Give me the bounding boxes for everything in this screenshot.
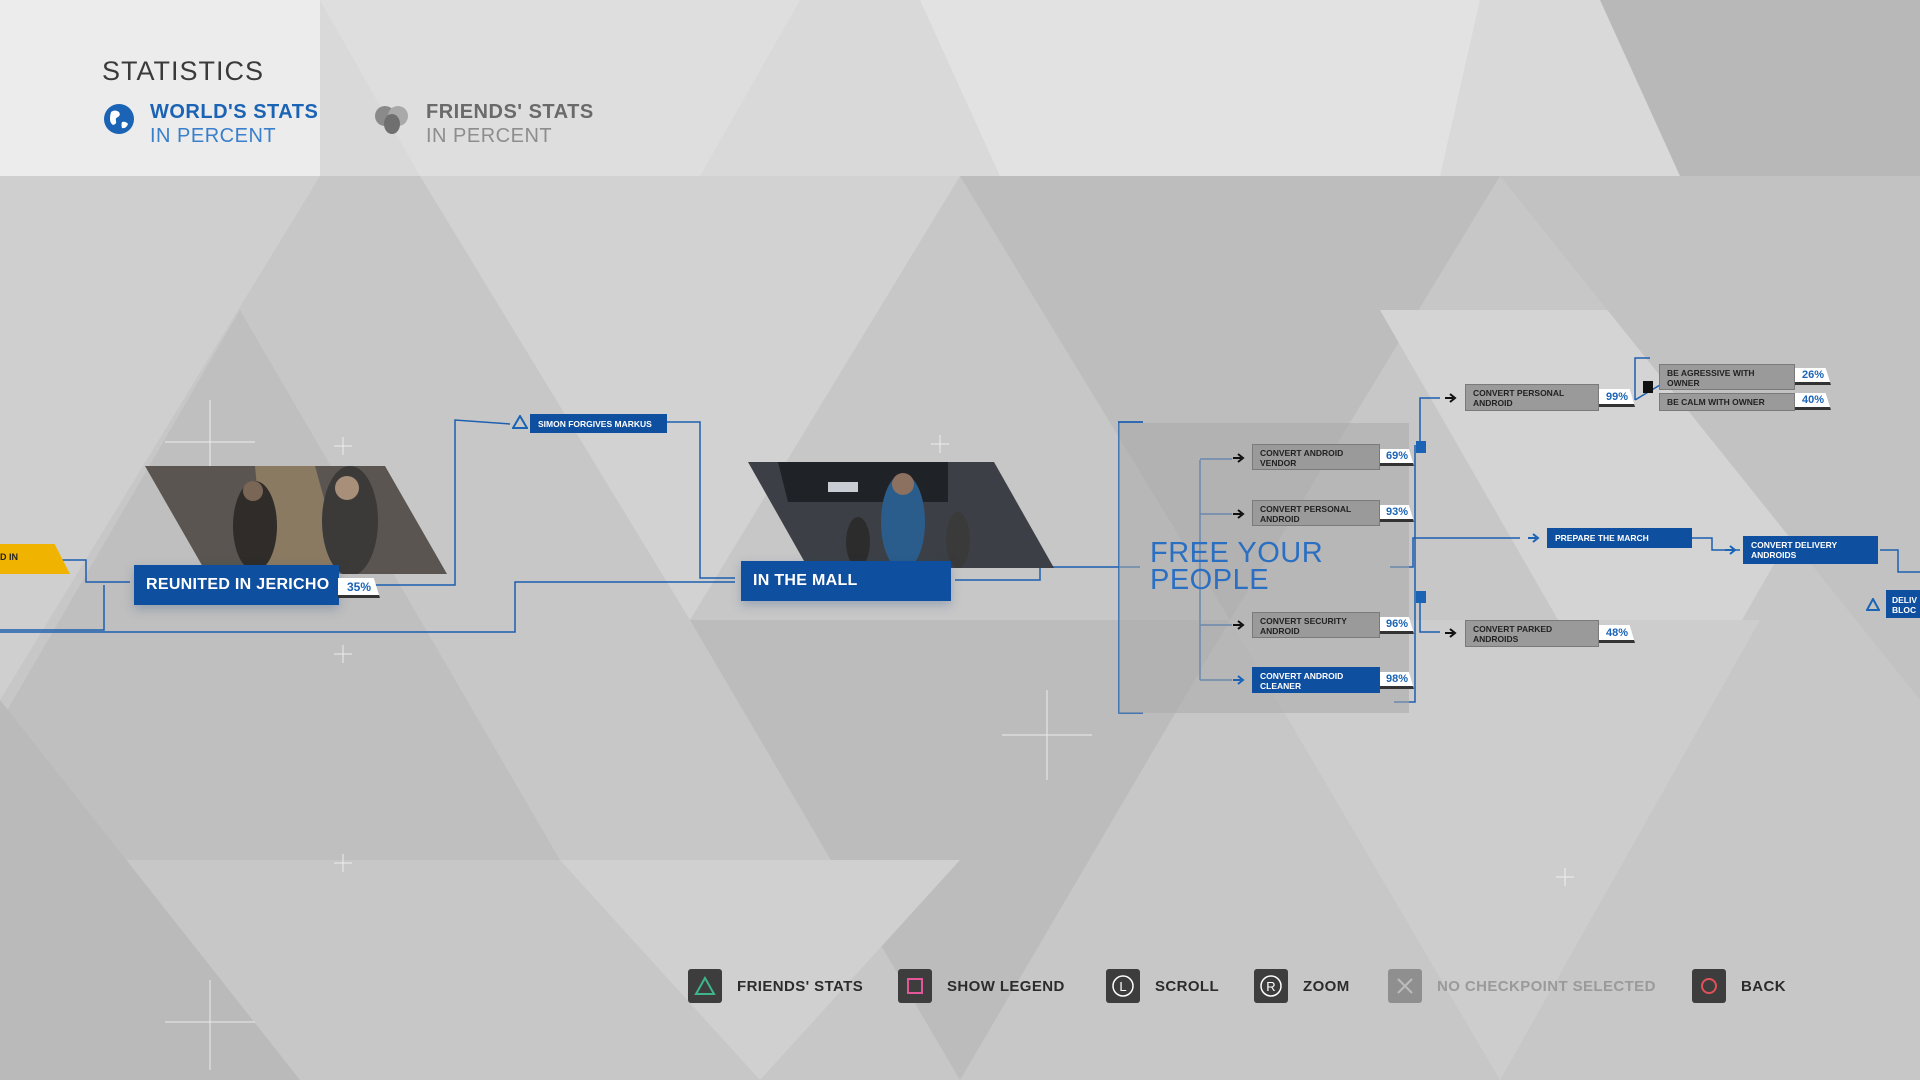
- hint-label: FRIENDS' STATS: [737, 977, 864, 995]
- in-the-mall-thumbnail[interactable]: [748, 462, 1054, 568]
- header-background: [0, 0, 1920, 176]
- hint-no-checkpoint: NO CHECKPOINT SELECTED: [1388, 966, 1656, 1006]
- label-line1: DELIV: [1892, 595, 1918, 605]
- objective-convert-personal-android-2[interactable]: CONVERT PERSONAL ANDROID: [1465, 384, 1599, 411]
- globe-icon: [104, 104, 134, 134]
- hint-show-legend[interactable]: SHOW LEGEND: [898, 966, 1065, 1006]
- percent-badge: 99%: [1599, 389, 1635, 407]
- arrow-icon: [1233, 453, 1245, 463]
- percent-badge: 96%: [1380, 617, 1414, 634]
- arrow-icon: [1725, 545, 1737, 555]
- label-line2: BLOC: [1892, 605, 1917, 615]
- label-line2: CLEANER: [1260, 681, 1302, 691]
- tab-friends-stats[interactable]: FRIENDS' STATS IN PERCENT: [372, 100, 594, 148]
- objective-be-agressive-with-owner[interactable]: BE AGRESSIVE WITH OWNER: [1659, 364, 1795, 390]
- node-offscreen-right[interactable]: DELIV BLOC: [1886, 590, 1920, 618]
- hint-label: SCROLL: [1155, 977, 1220, 995]
- label-line1: CONVERT DELIVERY: [1751, 540, 1838, 550]
- tab-worlds-stats[interactable]: WORLD'S STATS IN PERCENT: [102, 100, 318, 148]
- label-line2: ANDROIDS: [1473, 634, 1519, 644]
- label-line1: CONVERT SECURITY: [1260, 616, 1347, 626]
- arrow-icon: [1233, 509, 1245, 519]
- hint-label: BACK: [1741, 977, 1786, 995]
- hint-label: SHOW LEGEND: [947, 977, 1065, 995]
- reunited-thumbnail[interactable]: [145, 466, 447, 574]
- node-label: REUNITED IN JERICHO: [146, 576, 330, 593]
- hint-zoom[interactable]: R ZOOM: [1254, 966, 1350, 1006]
- percent-badge: 35%: [338, 578, 380, 598]
- tab-friends-stats-title: FRIENDS' STATS: [426, 101, 594, 123]
- triangle-button-icon: [688, 969, 722, 1003]
- percent-badge: 40%: [1795, 393, 1831, 410]
- hint-label: NO CHECKPOINT SELECTED: [1437, 977, 1656, 995]
- percent-badge: 98%: [1380, 672, 1414, 689]
- percent-badge: 69%: [1380, 449, 1414, 466]
- right-stick-icon: R: [1254, 969, 1288, 1003]
- button-hint-bar: FRIENDS' STATS SHOW LEGEND L SCROLL R ZO…: [0, 966, 1920, 1010]
- percent-badge: 93%: [1380, 505, 1414, 522]
- lock-icon: [1643, 381, 1653, 393]
- objective-convert-personal-android[interactable]: CONVERT PERSONAL ANDROID: [1252, 500, 1380, 526]
- tab-friends-stats-subtitle: IN PERCENT: [426, 125, 553, 147]
- node-label: SIMON FORGIVES MARKUS: [538, 419, 652, 429]
- lock-icon: [1416, 441, 1426, 453]
- lock-icon: [1416, 591, 1426, 603]
- triangle-icon: [512, 415, 528, 429]
- node-reunited-in-jericho[interactable]: REUNITED IN JERICHO: [134, 565, 339, 605]
- node-free-your-people[interactable]: FREE YOUR PEOPLE: [1150, 537, 1324, 596]
- arrow-icon: [1445, 628, 1457, 638]
- label-line2: ANDROID: [1473, 398, 1513, 408]
- label-line2: VENDOR: [1260, 458, 1297, 468]
- node-label: PREPARE THE MARCH: [1555, 533, 1649, 543]
- objective-convert-android-cleaner[interactable]: CONVERT ANDROID CLEANER: [1252, 667, 1380, 693]
- circle-button-icon: [1692, 969, 1726, 1003]
- percent-badge: 26%: [1795, 368, 1831, 385]
- objective-convert-android-vendor[interactable]: CONVERT ANDROID VENDOR: [1252, 444, 1380, 470]
- page-title: STATISTICS: [102, 56, 265, 86]
- objective-convert-delivery-androids[interactable]: CONVERT DELIVERY ANDROIDS: [1743, 536, 1878, 564]
- label-line1: CONVERT ANDROID: [1260, 671, 1344, 681]
- cross-button-icon: [1388, 969, 1422, 1003]
- left-stick-icon: L: [1106, 969, 1140, 1003]
- hint-back[interactable]: BACK: [1692, 966, 1786, 1006]
- objective-prepare-the-march[interactable]: PREPARE THE MARCH: [1547, 528, 1692, 548]
- arrow-icon: [1445, 393, 1457, 403]
- title-line2: PEOPLE: [1150, 564, 1270, 596]
- label-line1: CONVERT PERSONAL: [1473, 388, 1565, 398]
- square-button-icon: [898, 969, 932, 1003]
- tab-worlds-stats-subtitle: IN PERCENT: [150, 125, 277, 147]
- label-line1: CONVERT ANDROID: [1260, 448, 1344, 458]
- arrow-icon: [1528, 533, 1540, 543]
- node-label: IN THE MALL: [753, 572, 858, 589]
- hint-scroll[interactable]: L SCROLL: [1106, 966, 1219, 1006]
- arrow-icon: [1233, 620, 1245, 630]
- label-line1: CONVERT PARKED: [1473, 624, 1553, 634]
- stick-letter: R: [1266, 979, 1275, 994]
- percent-badge: 48%: [1599, 625, 1635, 643]
- title-line1: FREE YOUR: [1150, 537, 1324, 569]
- label-line2: ANDROIDS: [1751, 550, 1797, 560]
- arrow-icon: [1233, 675, 1245, 685]
- label-line1: BE CALM WITH OWNER: [1667, 397, 1765, 407]
- node-label: D IN: [0, 552, 18, 562]
- triangle-icon: [1866, 598, 1880, 611]
- node-in-the-mall[interactable]: IN THE MALL: [741, 561, 951, 601]
- objective-be-calm-with-owner[interactable]: BE CALM WITH OWNER: [1659, 393, 1795, 411]
- tab-worlds-stats-title: WORLD'S STATS: [150, 101, 319, 123]
- statistics-header: STATISTICS WORLD'S STATS IN PERCENT FRIE…: [0, 0, 1920, 176]
- hint-friends-stats[interactable]: FRIENDS' STATS: [688, 966, 863, 1006]
- hint-label: ZOOM: [1303, 977, 1350, 995]
- objective-convert-parked-androids[interactable]: CONVERT PARKED ANDROIDS: [1465, 620, 1599, 647]
- label-line2: ANDROID: [1260, 514, 1300, 524]
- label-line1: CONVERT PERSONAL: [1260, 504, 1352, 514]
- label-line1: BE AGRESSIVE WITH: [1667, 368, 1755, 378]
- stick-letter: L: [1119, 979, 1126, 994]
- friends-icon: [375, 106, 408, 134]
- objective-convert-security-android[interactable]: CONVERT SECURITY ANDROID: [1252, 612, 1380, 638]
- label-line2: OWNER: [1667, 378, 1700, 388]
- node-simon-forgives-markus[interactable]: SIMON FORGIVES MARKUS: [530, 414, 667, 433]
- label-line2: ANDROID: [1260, 626, 1300, 636]
